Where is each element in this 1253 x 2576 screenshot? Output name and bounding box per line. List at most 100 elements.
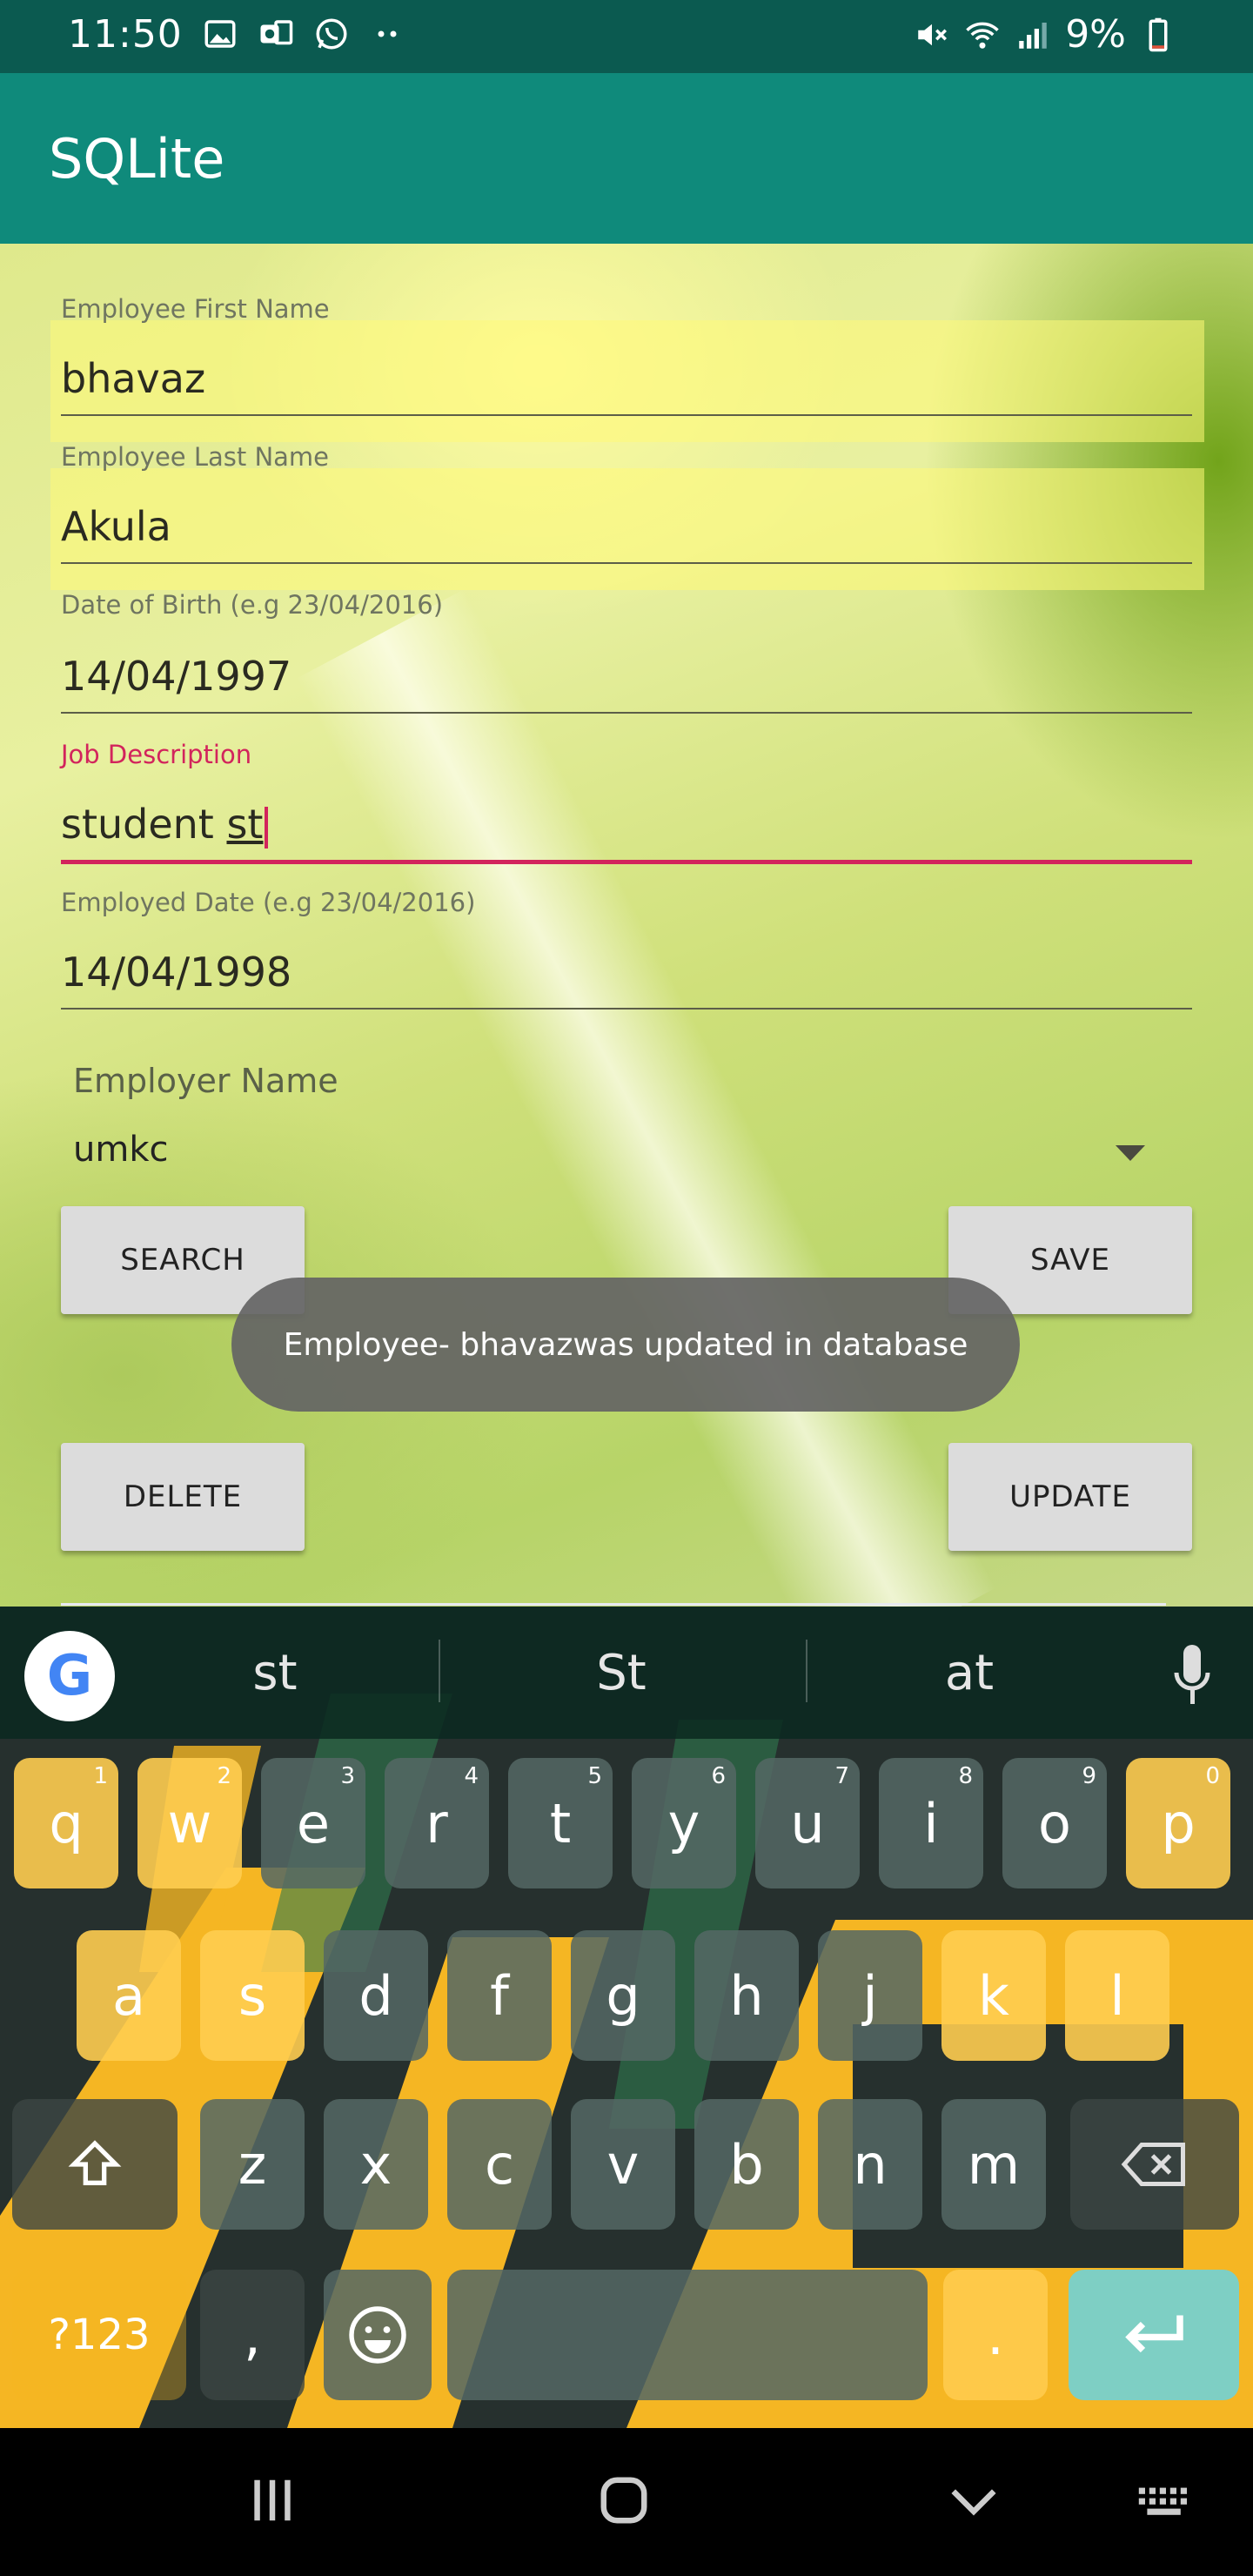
- key-g[interactable]: g: [571, 1930, 675, 2061]
- key-label: r: [425, 1791, 448, 1855]
- delete-button[interactable]: DELETE: [61, 1443, 305, 1551]
- background-light-streak: [296, 588, 996, 1607]
- employer-spinner[interactable]: umkc: [73, 1130, 168, 1170]
- key-l[interactable]: l: [1065, 1930, 1169, 2061]
- notification-icons: [202, 16, 405, 52]
- mute-icon: [918, 23, 948, 45]
- employed-date-underline: [61, 1008, 1192, 1010]
- status-bar: 11:50 9%: [0, 0, 1253, 73]
- key-n[interactable]: n: [818, 2099, 922, 2230]
- app-title: SQLite: [49, 127, 225, 191]
- back-icon[interactable]: [947, 2473, 1001, 2527]
- backspace-key[interactable]: [1070, 2099, 1239, 2230]
- last-name-label: Employee Last Name: [61, 442, 330, 472]
- key-label: u: [790, 1791, 825, 1855]
- key-e[interactable]: e3: [261, 1758, 365, 1888]
- key-y[interactable]: y6: [632, 1758, 736, 1888]
- update-button[interactable]: UPDATE: [948, 1443, 1192, 1551]
- key-a[interactable]: a: [77, 1930, 181, 2061]
- suggestion-1[interactable]: st: [188, 1645, 362, 1701]
- battery-icon: [1149, 17, 1168, 51]
- emoji-icon: [349, 2306, 406, 2364]
- suggestion-3[interactable]: at: [882, 1645, 1056, 1701]
- more-notifications-icon: [378, 30, 397, 37]
- key-z[interactable]: z: [200, 2099, 305, 2230]
- key-hint-number: 9: [1082, 1763, 1096, 1789]
- key-j[interactable]: j: [818, 1930, 922, 2061]
- key-d[interactable]: d: [324, 1930, 428, 2061]
- comma-key[interactable]: ,: [200, 2270, 305, 2400]
- key-w[interactable]: w2: [137, 1758, 242, 1888]
- employed-date-label: Employed Date (e.g 23/04/2016): [61, 888, 476, 917]
- symbols-key[interactable]: ?123: [12, 2270, 186, 2400]
- first-name-underline: [61, 414, 1192, 416]
- text-cursor: [265, 806, 269, 849]
- whatsapp-icon: [316, 18, 347, 50]
- key-hint-number: 1: [93, 1763, 108, 1789]
- app-bar: SQLite: [0, 73, 1253, 244]
- microphone-icon[interactable]: [1173, 1645, 1211, 1707]
- key-hint-number: 7: [834, 1763, 849, 1789]
- key-k[interactable]: k: [941, 1930, 1046, 2061]
- key-label: y: [667, 1791, 700, 1855]
- key-b[interactable]: b: [694, 2099, 799, 2230]
- dob-input[interactable]: 14/04/1997: [61, 653, 291, 700]
- key-hint-number: 8: [958, 1763, 973, 1789]
- first-name-input[interactable]: bhavaz: [61, 355, 205, 402]
- key-c[interactable]: c: [447, 2099, 552, 2230]
- suggestion-divider: [806, 1640, 807, 1702]
- last-name-input[interactable]: Akula: [61, 503, 171, 550]
- gallery-icon: [204, 20, 236, 48]
- job-description-composing: st: [226, 801, 264, 848]
- toast-message: Employee- bhavazwas updated in database: [231, 1278, 1020, 1412]
- backspace-icon: [1121, 2143, 1185, 2186]
- key-q[interactable]: q1: [14, 1758, 118, 1888]
- key-label: e: [296, 1791, 331, 1855]
- last-name-highlight: [50, 468, 1204, 590]
- key-hint-number: 0: [1205, 1763, 1220, 1789]
- outlook-icon: [260, 20, 293, 45]
- job-description-input[interactable]: student st: [61, 801, 269, 849]
- key-t[interactable]: t5: [508, 1758, 613, 1888]
- job-description-underline: [61, 860, 1192, 864]
- enter-key[interactable]: [1069, 2270, 1239, 2400]
- employed-date-input[interactable]: 14/04/1998: [61, 949, 291, 996]
- key-hint-number: 3: [340, 1763, 355, 1789]
- key-f[interactable]: f: [447, 1930, 552, 2061]
- last-name-underline: [61, 562, 1192, 564]
- enter-icon: [1125, 2315, 1183, 2353]
- key-label: t: [549, 1791, 572, 1855]
- key-r[interactable]: r4: [385, 1758, 489, 1888]
- job-description-label: Job Description: [61, 740, 252, 769]
- suggestion-divider: [439, 1640, 440, 1702]
- key-m[interactable]: m: [941, 2099, 1046, 2230]
- period-key[interactable]: .: [943, 2270, 1048, 2400]
- emoji-key[interactable]: [324, 2270, 432, 2400]
- signal-icon: [1019, 22, 1047, 49]
- key-hint-number: 2: [217, 1763, 231, 1789]
- shift-icon: [68, 2140, 122, 2185]
- dropdown-arrow-icon[interactable]: [1116, 1145, 1145, 1161]
- recent-apps-icon[interactable]: [245, 2473, 299, 2527]
- key-i[interactable]: i8: [879, 1758, 983, 1888]
- key-u[interactable]: u7: [755, 1758, 860, 1888]
- dob-underline: [61, 712, 1192, 714]
- key-label: q: [49, 1791, 84, 1855]
- key-o[interactable]: o9: [1002, 1758, 1107, 1888]
- google-logo-icon[interactable]: G: [24, 1631, 115, 1721]
- key-p[interactable]: p0: [1126, 1758, 1230, 1888]
- keyboard-toggle-icon[interactable]: [1135, 2473, 1197, 2527]
- space-key[interactable]: [447, 2270, 928, 2400]
- keyboard: G st St at q1w2e3r4t5y6u7i8o9p0 asdfghjk…: [0, 1607, 1253, 2428]
- key-hint-number: 6: [711, 1763, 726, 1789]
- key-h[interactable]: h: [694, 1930, 799, 2061]
- key-s[interactable]: s: [200, 1930, 305, 2061]
- suggestion-2[interactable]: St: [534, 1645, 708, 1701]
- form-divider: [61, 1603, 1166, 1606]
- key-label: w: [167, 1791, 212, 1855]
- shift-key[interactable]: [12, 2099, 178, 2230]
- key-x[interactable]: x: [324, 2099, 428, 2230]
- key-v[interactable]: v: [571, 2099, 675, 2230]
- home-icon[interactable]: [597, 2473, 651, 2527]
- first-name-label: Employee First Name: [61, 294, 330, 324]
